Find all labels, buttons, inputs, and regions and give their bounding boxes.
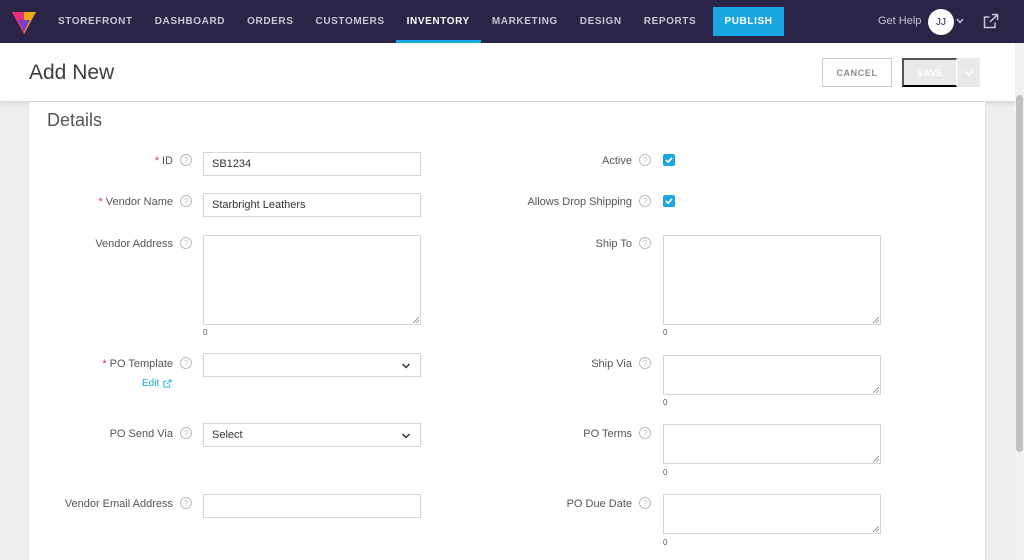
resize-handle-icon[interactable] [873, 317, 879, 323]
help-icon[interactable]: ? [180, 497, 192, 509]
help-icon[interactable]: ? [639, 195, 651, 207]
nav-item-dashboard[interactable]: DASHBOARD [144, 0, 236, 43]
nav-item-customers[interactable]: CUSTOMERS [305, 0, 396, 43]
drop-shipping-label: Allows Drop Shipping [527, 196, 632, 208]
id-input[interactable] [203, 152, 421, 176]
resize-handle-icon[interactable] [873, 526, 879, 532]
po-send-via-select[interactable]: Select [203, 423, 421, 447]
save-button[interactable]: SAVE [902, 58, 957, 87]
vendor-email-label: Vendor Email Address [64, 498, 173, 510]
section-title: Details [47, 110, 103, 130]
vendor-address-char-count: 0 [203, 328, 208, 337]
po-send-via-value: Select [212, 429, 243, 441]
po-template-select[interactable] [203, 353, 421, 377]
help-icon[interactable]: ? [180, 237, 192, 249]
po-due-date-label: PO Due Date [566, 498, 632, 510]
cancel-button[interactable]: CANCEL [822, 58, 892, 87]
publish-button[interactable]: PUBLISH [713, 7, 784, 36]
save-dropdown-button[interactable] [957, 58, 980, 87]
vendor-address-label: Vendor Address [95, 238, 173, 250]
vendor-name-label: * Vendor Name [98, 196, 173, 208]
details-card [29, 102, 985, 560]
edit-link-label: Edit [142, 378, 160, 389]
po-terms-textarea[interactable] [663, 424, 881, 464]
chevron-down-icon [401, 433, 411, 439]
nav-items: STOREFRONT DASHBOARD ORDERS CUSTOMERS IN… [47, 0, 784, 43]
chevron-down-icon[interactable] [955, 16, 965, 26]
page-scrollbar[interactable] [1015, 43, 1024, 560]
vendor-name-input[interactable] [203, 193, 421, 217]
help-icon[interactable]: ? [180, 427, 192, 439]
user-avatar[interactable]: JJ [928, 9, 954, 35]
po-template-label: * PO Template [102, 358, 173, 370]
drop-shipping-checkbox[interactable] [663, 195, 675, 207]
brand-logo-icon[interactable] [10, 8, 38, 36]
external-link-icon [163, 379, 172, 388]
external-link-icon[interactable] [983, 13, 999, 29]
vendor-email-input[interactable] [203, 494, 421, 518]
help-icon[interactable]: ? [639, 427, 651, 439]
nav-item-inventory[interactable]: INVENTORY [395, 0, 482, 43]
po-terms-label: PO Terms [583, 428, 632, 440]
nav-item-design[interactable]: DESIGN [569, 0, 633, 43]
vendor-address-textarea[interactable] [203, 235, 421, 325]
checkmark-icon [665, 157, 673, 164]
help-icon[interactable]: ? [180, 357, 192, 369]
ship-to-label: Ship To [595, 238, 633, 250]
ship-via-label: Ship Via [591, 358, 632, 370]
po-due-date-char-count: 0 [663, 538, 668, 547]
ship-to-char-count: 0 [663, 328, 668, 337]
checkmark-icon [665, 198, 673, 205]
nav-item-storefront[interactable]: STOREFRONT [47, 0, 144, 43]
chevron-down-icon [964, 70, 973, 76]
help-icon[interactable]: ? [639, 497, 651, 509]
id-label: * ID [154, 155, 173, 167]
nav-item-reports[interactable]: REPORTS [633, 0, 708, 43]
resize-handle-icon[interactable] [873, 387, 879, 393]
resize-handle-icon[interactable] [413, 317, 419, 323]
nav-item-orders[interactable]: ORDERS [236, 0, 304, 43]
scrollbar-thumb[interactable] [1016, 95, 1023, 452]
po-send-via-label: PO Send Via [109, 428, 173, 440]
active-checkbox[interactable] [663, 154, 675, 166]
help-icon[interactable]: ? [180, 154, 192, 166]
ship-via-char-count: 0 [663, 398, 668, 407]
page-header: Add New CANCEL SAVE [0, 43, 1015, 102]
nav-item-marketing[interactable]: MARKETING [481, 0, 569, 43]
ship-via-textarea[interactable] [663, 355, 881, 395]
help-icon[interactable]: ? [639, 237, 651, 249]
help-icon[interactable]: ? [180, 195, 192, 207]
help-icon[interactable]: ? [639, 357, 651, 369]
ship-to-textarea[interactable] [663, 235, 881, 325]
po-template-edit-link[interactable]: Edit [142, 378, 172, 389]
page-title: Add New [29, 61, 115, 84]
get-help-link[interactable]: Get Help [878, 15, 921, 27]
help-icon[interactable]: ? [639, 154, 651, 166]
po-due-date-textarea[interactable] [663, 494, 881, 534]
active-label: Active [602, 155, 632, 167]
resize-handle-icon[interactable] [873, 456, 879, 462]
chevron-down-icon [401, 363, 411, 369]
top-navigation: STOREFRONT DASHBOARD ORDERS CUSTOMERS IN… [0, 0, 1024, 43]
po-terms-char-count: 0 [663, 468, 668, 477]
